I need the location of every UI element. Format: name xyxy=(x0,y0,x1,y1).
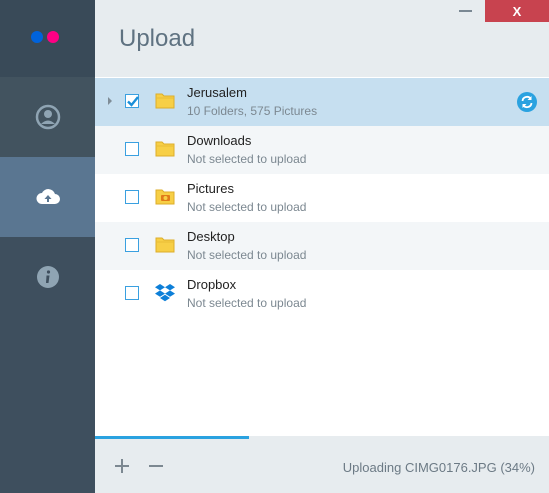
expand-arrow-icon[interactable] xyxy=(108,97,112,105)
logo-blue-dot xyxy=(31,31,43,43)
flickr-logo xyxy=(0,0,95,77)
minimize-button[interactable] xyxy=(452,0,478,22)
folder-status: Not selected to upload xyxy=(187,248,307,262)
folder-status: Not selected to upload xyxy=(187,152,307,166)
folder-name: Desktop xyxy=(187,229,235,244)
sidebar xyxy=(0,0,95,493)
close-button[interactable]: X xyxy=(485,0,549,22)
upload-progress-bar xyxy=(95,436,549,439)
folder-icon xyxy=(155,93,175,109)
pictures-folder-icon xyxy=(155,189,175,205)
main-panel: Upload X Jerusalem 10 Folders, 575 Pictu… xyxy=(95,0,549,493)
folder-name: Pictures xyxy=(187,181,234,196)
info-icon xyxy=(36,266,59,288)
logo-pink-dot xyxy=(47,31,59,43)
flickr-uploadr-window: Upload X Jerusalem 10 Folders, 575 Pictu… xyxy=(0,0,549,493)
list-item[interactable]: Jerusalem 10 Folders, 575 Pictures xyxy=(95,78,549,126)
folder-checkbox[interactable] xyxy=(125,142,139,156)
folder-checkbox[interactable] xyxy=(125,238,139,252)
folder-status: 10 Folders, 575 Pictures xyxy=(187,104,318,118)
remove-folder-button[interactable] xyxy=(147,456,165,476)
header: Upload X xyxy=(95,0,549,77)
list-item[interactable]: Desktop Not selected to upload xyxy=(95,222,549,270)
folder-checkbox[interactable] xyxy=(125,94,139,108)
minimize-icon xyxy=(458,10,472,12)
sidebar-item-info[interactable] xyxy=(0,237,95,317)
folder-status: Not selected to upload xyxy=(187,200,307,214)
upload-progress-fill xyxy=(95,436,250,439)
list-item[interactable]: Pictures Not selected to upload xyxy=(95,174,549,222)
cloud-upload-icon xyxy=(36,189,60,204)
checkmark-icon xyxy=(127,96,139,107)
folder-name: Jerusalem xyxy=(187,85,247,100)
list-item[interactable]: Downloads Not selected to upload xyxy=(95,126,549,174)
folder-name: Downloads xyxy=(187,133,252,148)
folder-checkbox[interactable] xyxy=(125,286,139,300)
user-icon xyxy=(35,104,60,130)
folder-list: Jerusalem 10 Folders, 575 Pictures Downl… xyxy=(95,78,549,318)
folder-icon xyxy=(155,141,175,157)
dropbox-icon xyxy=(155,284,175,302)
add-folder-button[interactable] xyxy=(113,456,131,476)
sidebar-item-upload[interactable] xyxy=(0,157,95,237)
folder-status: Not selected to upload xyxy=(187,296,307,310)
folder-checkbox[interactable] xyxy=(125,190,139,204)
sidebar-item-profile[interactable] xyxy=(0,77,95,157)
page-title: Upload xyxy=(119,25,196,52)
folder-name: Dropbox xyxy=(187,277,237,292)
folder-icon xyxy=(155,237,175,253)
list-item[interactable]: Dropbox Not selected to upload xyxy=(95,270,549,318)
footer: Uploading CIMG0176.JPG (34%) xyxy=(95,436,549,493)
sync-icon[interactable] xyxy=(517,92,537,112)
upload-status: Uploading CIMG0176.JPG (34%) xyxy=(342,460,535,475)
